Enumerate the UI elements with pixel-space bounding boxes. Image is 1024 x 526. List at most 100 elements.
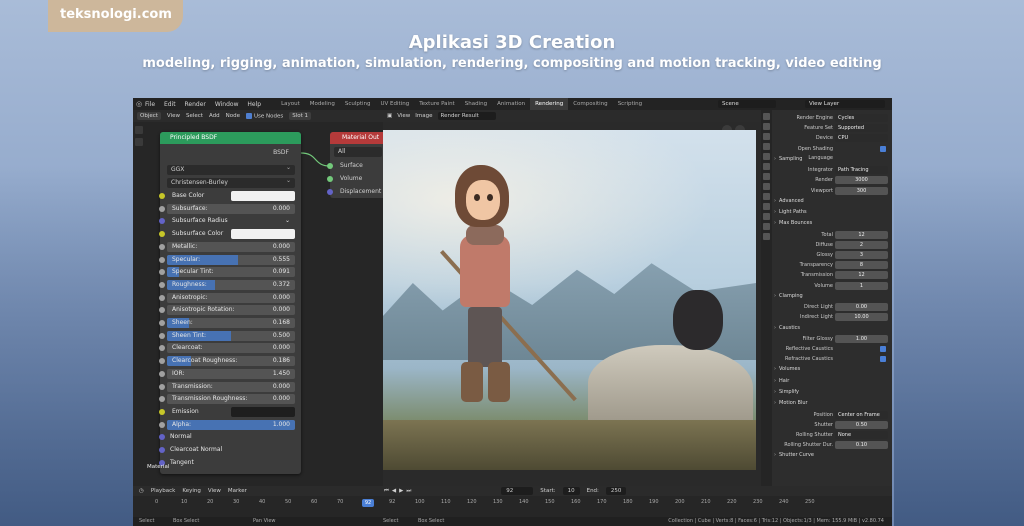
tab-rendering[interactable]: Rendering <box>530 98 569 110</box>
property-field[interactable]: 0.10 <box>835 441 888 450</box>
property-field[interactable]: 8 <box>835 261 888 270</box>
timeline-menu-view[interactable]: View <box>208 488 221 494</box>
bsdf-input-row[interactable]: Emission <box>159 406 295 417</box>
tab-texture-paint[interactable]: Texture Paint <box>414 98 460 110</box>
modifier-tab-icon[interactable] <box>763 183 770 190</box>
panel-header[interactable]: › Sampling <box>774 155 890 164</box>
bsdf-input-row[interactable]: Sheen: 0.168 <box>159 318 295 328</box>
timeline-menu-playback[interactable]: Playback <box>151 488 176 494</box>
input-socket-icon[interactable] <box>159 421 165 428</box>
property-field[interactable]: 10.00 <box>835 313 888 322</box>
node-menu-add[interactable]: Add <box>209 113 220 119</box>
bsdf-input-row[interactable]: Anisotropic Rotation: 0.000 <box>159 305 295 316</box>
color-swatch[interactable] <box>231 406 295 417</box>
tab-modeling[interactable]: Modeling <box>305 98 340 110</box>
input-socket-icon[interactable] <box>159 218 165 225</box>
menu-help[interactable]: Help <box>247 101 261 108</box>
input-socket-icon[interactable] <box>159 193 165 199</box>
bsdf-input-row[interactable]: Normal <box>159 432 295 442</box>
timeline-menu-keying[interactable]: Keying <box>182 488 200 494</box>
slot-dropdown[interactable]: Slot 1 <box>289 112 312 120</box>
property-field[interactable]: Cycles <box>835 114 888 122</box>
property-checkbox[interactable] <box>880 356 886 363</box>
playhead[interactable]: 92 <box>362 499 374 507</box>
input-socket-icon[interactable] <box>159 434 165 441</box>
bsdf-input-row[interactable]: Subsurface Radius ⌄ <box>159 216 295 226</box>
constraints-tab-icon[interactable] <box>763 213 770 220</box>
use-nodes-checkbox[interactable]: Use Nodes <box>245 112 283 119</box>
property-field[interactable]: Supported <box>835 124 888 133</box>
color-swatch[interactable] <box>231 229 295 240</box>
tab-shading[interactable]: Shading <box>460 98 492 110</box>
scene-selector[interactable]: Scene <box>718 100 776 108</box>
property-field[interactable]: 0.00 <box>835 303 888 312</box>
menu-edit[interactable]: Edit <box>164 101 176 108</box>
bsdf-input-row[interactable]: Clearcoat: 0.000 <box>159 343 295 354</box>
world-tab-icon[interactable] <box>763 163 770 170</box>
panel-header[interactable]: › Motion Blur <box>774 399 890 408</box>
frame-ruler[interactable]: 0102030405060708092100110120130140150160… <box>133 499 892 507</box>
panel-header[interactable]: › Max Bounces <box>774 219 890 228</box>
property-field[interactable]: 300 <box>835 186 888 195</box>
property-field[interactable]: Center on Frame <box>835 410 888 419</box>
property-field[interactable]: 1 <box>835 281 888 290</box>
scene-tab-icon[interactable] <box>763 153 770 160</box>
playback-controls[interactable]: ⏮◀▶⏭ <box>384 488 414 495</box>
chevron-down-icon[interactable]: ⌄ <box>285 216 290 226</box>
menu-render[interactable]: Render <box>185 101 206 108</box>
node-menu-view[interactable]: View <box>167 113 180 119</box>
image-menu-image[interactable]: Image <box>415 113 432 119</box>
bsdf-input-row[interactable]: Clearcoat Roughness: 0.186 <box>159 356 295 367</box>
input-socket-icon[interactable] <box>159 205 165 212</box>
tool-tab-icon[interactable] <box>763 113 770 120</box>
bsdf-input-row[interactable]: Subsurface: 0.000 <box>159 203 295 214</box>
bsdf-input-row[interactable]: Subsurface Color <box>159 229 295 240</box>
bsdf-input-row[interactable]: Roughness: 0.372 <box>159 279 295 290</box>
tab-layout[interactable]: Layout <box>276 98 305 110</box>
tab-sculpting[interactable]: Sculpting <box>340 98 376 110</box>
object-mode-dropdown[interactable]: Object <box>137 112 161 120</box>
distribution-dropdown[interactable]: GGX <box>167 163 295 175</box>
input-socket-icon[interactable] <box>159 269 165 276</box>
tab-uv-editing[interactable]: UV Editing <box>376 98 415 110</box>
bsdf-input-row[interactable]: Specular Tint: 0.091 <box>159 267 295 278</box>
input-socket-icon[interactable] <box>159 256 165 263</box>
property-field[interactable]: Path Tracing <box>835 166 888 175</box>
bsdf-input-row[interactable]: Sheen Tint: 0.500 <box>159 330 295 341</box>
object-tab-icon[interactable] <box>763 173 770 180</box>
image-editor[interactable] <box>383 122 761 486</box>
panel-header[interactable]: › Volumes <box>774 365 890 374</box>
principled-bsdf-node[interactable]: Principled BSDF BSDF GGX Christensen-Bur… <box>159 132 301 474</box>
menu-file[interactable]: File <box>145 101 155 108</box>
input-socket-icon[interactable] <box>159 447 165 453</box>
panel-header[interactable]: › Light Paths <box>774 208 890 217</box>
input-socket-icon[interactable] <box>159 370 165 377</box>
material-output-target[interactable]: All <box>334 147 382 157</box>
panel-header[interactable]: › Advanced <box>774 197 890 206</box>
property-field[interactable]: 12 <box>835 230 888 239</box>
end-frame-field[interactable]: 250 <box>605 487 627 495</box>
physics-tab-icon[interactable] <box>763 203 770 210</box>
property-field[interactable]: 0.50 <box>835 420 888 429</box>
node-menu-select[interactable]: Select <box>186 113 203 119</box>
bsdf-input-row[interactable]: Clearcoat Normal <box>159 445 295 455</box>
bsdf-input-row[interactable]: Metallic: 0.000 <box>159 241 295 252</box>
volume-socket-icon[interactable] <box>327 176 333 182</box>
input-socket-icon[interactable] <box>159 231 165 238</box>
panel-header[interactable]: › Simplify <box>774 388 890 397</box>
input-socket-icon[interactable] <box>159 294 165 301</box>
input-socket-icon[interactable] <box>159 243 165 250</box>
timeline-menu-marker[interactable]: Marker <box>228 488 247 494</box>
node-menu-node[interactable]: Node <box>226 113 240 119</box>
bsdf-input-row[interactable]: Base Color <box>159 191 295 201</box>
input-socket-icon[interactable] <box>159 307 165 314</box>
input-socket-icon[interactable] <box>159 383 165 390</box>
current-frame-field[interactable]: 92 <box>501 487 534 495</box>
subsurface-method-dropdown[interactable]: Christensen-Burley <box>167 176 295 188</box>
property-field[interactable]: 2 <box>835 240 888 249</box>
property-field[interactable]: 3000 <box>835 176 888 185</box>
input-socket-icon[interactable] <box>159 345 165 352</box>
panel-header[interactable]: › Clamping <box>774 292 890 301</box>
particles-tab-icon[interactable] <box>763 193 770 200</box>
property-field[interactable]: 1.00 <box>835 334 888 343</box>
